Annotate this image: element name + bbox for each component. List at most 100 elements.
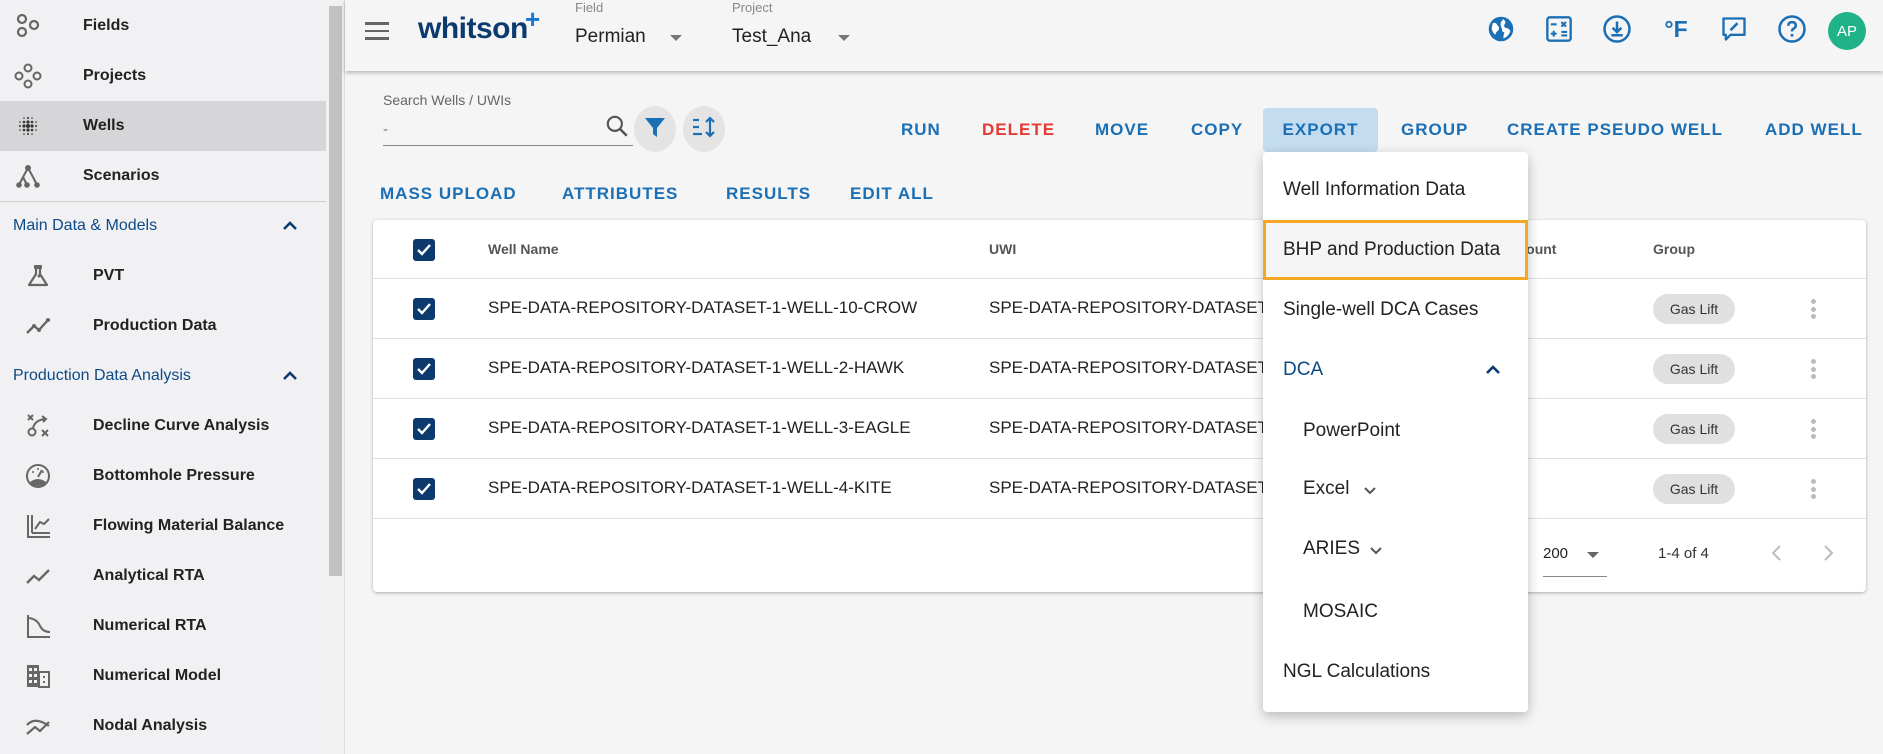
grid-building-icon: [24, 662, 52, 690]
row-checkbox[interactable]: [413, 478, 435, 500]
rows-per-page-value: 200: [1543, 545, 1569, 562]
download-icon[interactable]: [1602, 14, 1632, 44]
feedback-icon[interactable]: [1719, 14, 1749, 44]
table-row[interactable]: SPE-DATA-REPOSITORY-DATASET-1-WELL-3-EAG…: [373, 399, 1866, 459]
next-page-icon[interactable]: [1813, 538, 1843, 568]
project-dropdown-arrow-icon[interactable]: [838, 35, 850, 41]
group-chip: Gas Lift: [1653, 294, 1735, 324]
filter-icon: [644, 115, 666, 144]
sidebar-item-pvt[interactable]: PVT: [0, 251, 326, 301]
sidebar-item-fields[interactable]: Fields: [0, 1, 326, 51]
edit-all-button[interactable]: EDIT ALL: [850, 184, 934, 210]
field-select-label: Field: [575, 0, 604, 15]
column-header-well-name[interactable]: Well Name: [488, 241, 559, 257]
sidebar-item-production-data[interactable]: Production Data: [0, 301, 326, 351]
uwi-cell: SPE-DATA-REPOSITORY-DATASET-1: [989, 298, 1283, 317]
chevron-down-icon: [1367, 541, 1385, 565]
sidebar-item-nodal-analysis[interactable]: Nodal Analysis: [0, 701, 326, 751]
sidebar-item-flowing-material-balance[interactable]: Flowing Material Balance: [0, 501, 326, 551]
table-row[interactable]: SPE-DATA-REPOSITORY-DATASET-1-WELL-10-CR…: [373, 279, 1866, 339]
column-header-uwi[interactable]: UWI: [989, 241, 1016, 257]
field-dropdown-arrow-icon[interactable]: [670, 35, 682, 41]
menu-item-single-well-dca-cases[interactable]: Single-well DCA Cases: [1263, 280, 1528, 340]
sidebar-item-analytical-rta[interactable]: Analytical RTA: [0, 551, 326, 601]
menu-item-well-information-data[interactable]: Well Information Data: [1263, 160, 1528, 220]
copy-button[interactable]: COPY: [1181, 108, 1253, 152]
menu-item-powerpoint[interactable]: PowerPoint: [1263, 401, 1528, 461]
pagination-range: 1-4 of 4: [1658, 545, 1709, 562]
top-app-bar: whitson + Field Permian Project Test_Ana…: [345, 0, 1883, 71]
more-vert-icon[interactable]: [1803, 356, 1823, 382]
filter-button[interactable]: [634, 106, 676, 152]
sort-button[interactable]: [683, 106, 725, 152]
search-input[interactable]: [383, 114, 633, 146]
sidebar-section-production-data-analysis[interactable]: Production Data Analysis: [0, 356, 326, 396]
sidebar-item-numerical-model[interactable]: Numerical Model: [0, 651, 326, 701]
project-select-label: Project: [732, 0, 773, 15]
menu-item-mosaic[interactable]: MOSAIC: [1263, 582, 1528, 642]
chevron-up-icon[interactable]: [280, 366, 300, 391]
sidebar-section-main-data-models[interactable]: Main Data & Models: [0, 206, 326, 246]
table-row[interactable]: SPE-DATA-REPOSITORY-DATASET-1-WELL-4-KIT…: [373, 459, 1866, 519]
user-avatar[interactable]: AP: [1828, 12, 1866, 50]
area-chart-icon: [24, 512, 52, 540]
field-select[interactable]: Permian: [575, 26, 646, 48]
menu-item-excel[interactable]: Excel: [1263, 459, 1528, 519]
more-vert-icon[interactable]: [1803, 416, 1823, 442]
sidebar-item-projects[interactable]: Projects: [0, 51, 326, 101]
menu-item-bhp-and-production-data[interactable]: BHP and Production Data: [1263, 220, 1528, 280]
row-checkbox[interactable]: [413, 418, 435, 440]
attributes-button[interactable]: ATTRIBUTES: [562, 184, 678, 210]
sidebar-scrollbar-thumb[interactable]: [329, 6, 342, 576]
delete-button[interactable]: DELETE: [972, 108, 1065, 152]
row-checkbox[interactable]: [413, 358, 435, 380]
create-pseudo-well-button[interactable]: CREATE PSEUDO WELL: [1497, 108, 1733, 152]
sidebar-item-label: Analytical RTA: [93, 567, 205, 584]
mass-upload-button[interactable]: MASS UPLOAD: [380, 184, 517, 210]
add-well-button[interactable]: ADD WELL: [1755, 108, 1873, 152]
calculator-icon[interactable]: [1544, 14, 1574, 44]
projects-icon: [14, 62, 42, 90]
sidebar-item-scenarios[interactable]: Scenarios: [0, 151, 326, 201]
previous-page-icon[interactable]: [1762, 538, 1792, 568]
sidebar-item-bottomhole-pressure[interactable]: Bottomhole Pressure: [0, 451, 326, 501]
menu-item-aries[interactable]: ARIES: [1263, 519, 1528, 579]
search-icon[interactable]: [604, 113, 630, 144]
menu-item-label: MOSAIC: [1303, 601, 1378, 622]
fields-icon: [14, 12, 42, 40]
fahrenheit-icon[interactable]: °F: [1661, 14, 1691, 44]
group-button[interactable]: GROUP: [1391, 108, 1478, 152]
table-row[interactable]: SPE-DATA-REPOSITORY-DATASET-1-WELL-2-HAW…: [373, 339, 1866, 399]
rows-per-page-select[interactable]: 200: [1543, 539, 1607, 577]
results-button[interactable]: RESULTS: [726, 184, 811, 210]
nodal-icon: [24, 712, 52, 740]
chevron-up-icon[interactable]: [280, 216, 300, 241]
well-name-cell: SPE-DATA-REPOSITORY-DATASET-1-WELL-10-CR…: [488, 298, 918, 317]
sidebar-divider: [0, 201, 326, 202]
more-vert-icon[interactable]: [1803, 476, 1823, 502]
column-header-group[interactable]: Group: [1653, 241, 1695, 257]
menu-item-ngl-calculations[interactable]: NGL Calculations: [1263, 642, 1528, 702]
export-menu: Well Information Data BHP and Production…: [1263, 152, 1528, 712]
sidebar-item-numerical-rta[interactable]: Numerical RTA: [0, 601, 326, 651]
sidebar: Fields Projects Wells Scenarios Main Dat…: [0, 0, 345, 754]
sidebar-item-decline-curve-analysis[interactable]: Decline Curve Analysis: [0, 401, 326, 451]
export-button[interactable]: EXPORT: [1263, 108, 1378, 152]
select-all-checkbox[interactable]: [413, 239, 435, 261]
row-checkbox[interactable]: [413, 298, 435, 320]
menu-icon[interactable]: [365, 22, 389, 42]
globe-icon[interactable]: [1486, 14, 1516, 44]
sidebar-item-wells[interactable]: Wells: [0, 101, 326, 151]
chevron-down-icon: [1361, 481, 1379, 505]
sidebar-item-label: Scenarios: [83, 167, 160, 184]
menu-item-label: Excel: [1303, 478, 1350, 499]
search-label: Search Wells / UWIs: [383, 92, 512, 108]
run-button[interactable]: RUN: [891, 108, 951, 152]
help-icon[interactable]: [1777, 14, 1807, 44]
move-button[interactable]: MOVE: [1085, 108, 1159, 152]
more-vert-icon[interactable]: [1803, 296, 1823, 322]
project-select[interactable]: Test_Ana: [732, 26, 811, 48]
sidebar-item-label: Bottomhole Pressure: [93, 467, 255, 484]
menu-item-dca[interactable]: DCA: [1263, 340, 1528, 400]
menu-item-label: DCA: [1283, 359, 1324, 380]
